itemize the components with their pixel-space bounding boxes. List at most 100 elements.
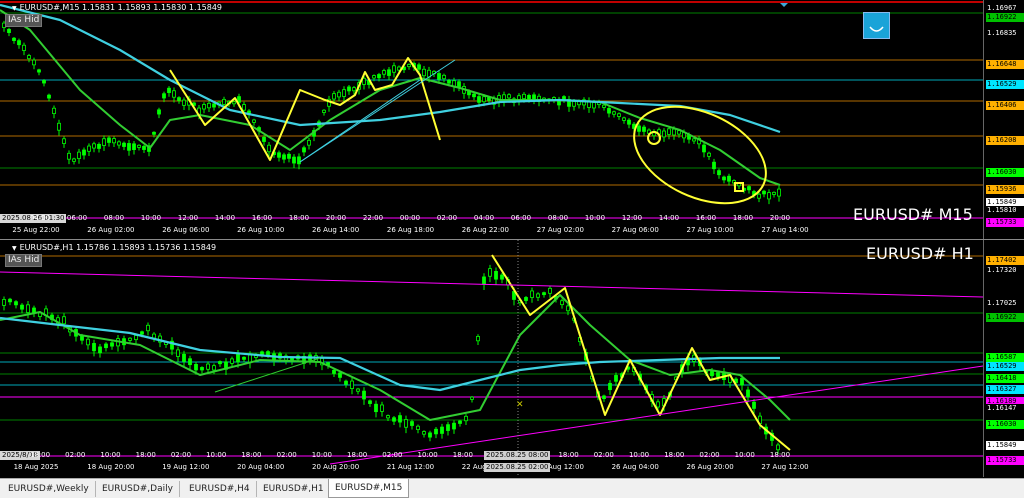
time-label: 16:00 xyxy=(251,214,273,222)
candle-body xyxy=(222,98,226,105)
candle-body xyxy=(752,401,756,409)
candle-body xyxy=(37,69,41,73)
candle-body xyxy=(157,109,161,115)
candle-body xyxy=(442,74,446,80)
time-label: 16:00 xyxy=(695,214,717,222)
tab-eurusd-m15[interactable]: EURUSD#,M15 xyxy=(328,479,410,498)
tab-eurusd-daily[interactable]: EURUSD#,Daily xyxy=(96,481,180,497)
candle-body xyxy=(232,101,236,105)
candle-body xyxy=(416,425,420,430)
time-label: 10:00 xyxy=(100,451,121,459)
candle-body xyxy=(472,93,476,98)
candle-body xyxy=(62,316,66,325)
candle-body xyxy=(112,138,116,144)
candle-body xyxy=(267,144,271,153)
candle-body xyxy=(182,353,186,362)
candle-body xyxy=(562,96,566,100)
chart-info-line: ▼ EURUSD#,M15 1.15831 1.15893 1.15830 1.1… xyxy=(12,3,223,12)
candle-body xyxy=(434,428,438,435)
trendline xyxy=(329,365,983,465)
price-label: 1.15810 xyxy=(986,206,1024,215)
candle-body xyxy=(380,404,384,412)
price-chart-h1[interactable]: ✕ xyxy=(0,240,983,477)
candle-body xyxy=(152,333,156,339)
price-label: 1.16529 xyxy=(986,362,1024,371)
ma-fast-line xyxy=(0,294,791,421)
candle-body xyxy=(374,403,378,413)
symbol-timeframe-label: EURUSD# H1 xyxy=(866,244,974,263)
time-label: 08:00 xyxy=(103,214,125,222)
date-label: 21 Aug 12:00 xyxy=(386,463,435,471)
candle-body xyxy=(470,396,474,400)
time-label: 18:00 xyxy=(769,451,791,459)
tab-eurusd-h1[interactable]: EURUSD#,H1 xyxy=(257,481,331,497)
candle-body xyxy=(42,80,46,84)
date-label: 26 Aug 10:00 xyxy=(237,226,285,234)
candle-body xyxy=(218,361,222,365)
candle-body xyxy=(117,141,121,146)
candle-body xyxy=(47,94,51,99)
candle-body xyxy=(692,138,696,142)
candle-body xyxy=(82,149,86,156)
candle-body xyxy=(242,356,246,360)
chart-pane-m15[interactable]: ▼ EURUSD#,M15 1.15831 1.15893 1.15830 1.1… xyxy=(0,0,1024,239)
price-label: 1.16648 xyxy=(986,60,1024,69)
candle-body xyxy=(162,93,166,99)
candle-body xyxy=(548,287,552,294)
time-label: 18:00 xyxy=(29,451,51,459)
price-label: 1.16030 xyxy=(986,168,1024,177)
candle-body xyxy=(667,128,671,135)
price-scale-h1[interactable]: 1.17402 1.17320 1.17025 1.16922 1.16587 1.165… xyxy=(983,240,1024,477)
hide-objects-button[interactable]: IAs Hid xyxy=(5,254,43,267)
candle-body xyxy=(607,108,611,114)
time-label: 02:00 xyxy=(382,451,403,459)
ma-slow-line xyxy=(0,316,780,392)
price-scale-m15[interactable]: 1.16967 1.16922 1.16835 1.16648 1.16529 1.164… xyxy=(983,0,1024,239)
candle-body xyxy=(252,119,256,123)
candle-body xyxy=(107,137,111,143)
time-label: 14:00 xyxy=(658,214,680,222)
candle-body xyxy=(368,400,372,404)
candle-body xyxy=(542,292,546,296)
price-label: 1.16922 xyxy=(986,313,1024,322)
price-chart-m15[interactable] xyxy=(0,0,983,239)
candle-body xyxy=(622,117,626,121)
candle-body xyxy=(592,102,596,109)
price-label: 1.15733 xyxy=(986,456,1024,465)
price-label: 1.16922 xyxy=(986,13,1024,22)
candle-body xyxy=(482,276,486,285)
candle-body xyxy=(572,100,576,107)
time-label: 10:00 xyxy=(734,451,755,459)
time-label: 18:00 xyxy=(452,451,473,459)
price-label: 1.15936 xyxy=(986,185,1024,194)
price-label: 1.16147 xyxy=(986,404,1024,413)
candle-body xyxy=(382,70,386,75)
candle-body xyxy=(532,94,536,101)
candle-body xyxy=(677,130,681,135)
candle-body xyxy=(776,444,780,451)
candle-body xyxy=(642,126,646,132)
time-label: 08:00 xyxy=(547,214,569,222)
tab-eurusd-weekly[interactable]: EURUSD#,Weekly xyxy=(2,481,96,497)
candle-body xyxy=(757,193,761,199)
chart-pane-h1[interactable]: ✕ ▼ EURUSD#,H1 1.15786 1.15893 1.15736 1.… xyxy=(0,240,1024,477)
time-label: 10:00 xyxy=(417,451,438,459)
candle-body xyxy=(322,109,326,113)
candle-body xyxy=(182,99,186,106)
candle-body xyxy=(260,351,264,355)
hide-objects-button[interactable]: IAs Hid xyxy=(5,14,43,27)
candle-body xyxy=(560,300,564,306)
candle-body xyxy=(212,103,216,108)
time-label: 10:00 xyxy=(584,214,606,222)
candle-body xyxy=(410,421,414,426)
date-label: 26 Aug 20:00 xyxy=(686,463,734,471)
candle-body xyxy=(702,144,706,153)
candle-body xyxy=(362,390,366,400)
price-label: 1.17320 xyxy=(986,266,1024,275)
price-label: 1.16327 xyxy=(986,385,1024,394)
candle-body xyxy=(612,111,616,115)
candle-body xyxy=(262,136,266,142)
candle-body xyxy=(727,175,731,182)
date-label: 26 Aug 14:00 xyxy=(311,226,360,234)
tab-eurusd-h4[interactable]: EURUSD#,H4 xyxy=(183,481,257,497)
